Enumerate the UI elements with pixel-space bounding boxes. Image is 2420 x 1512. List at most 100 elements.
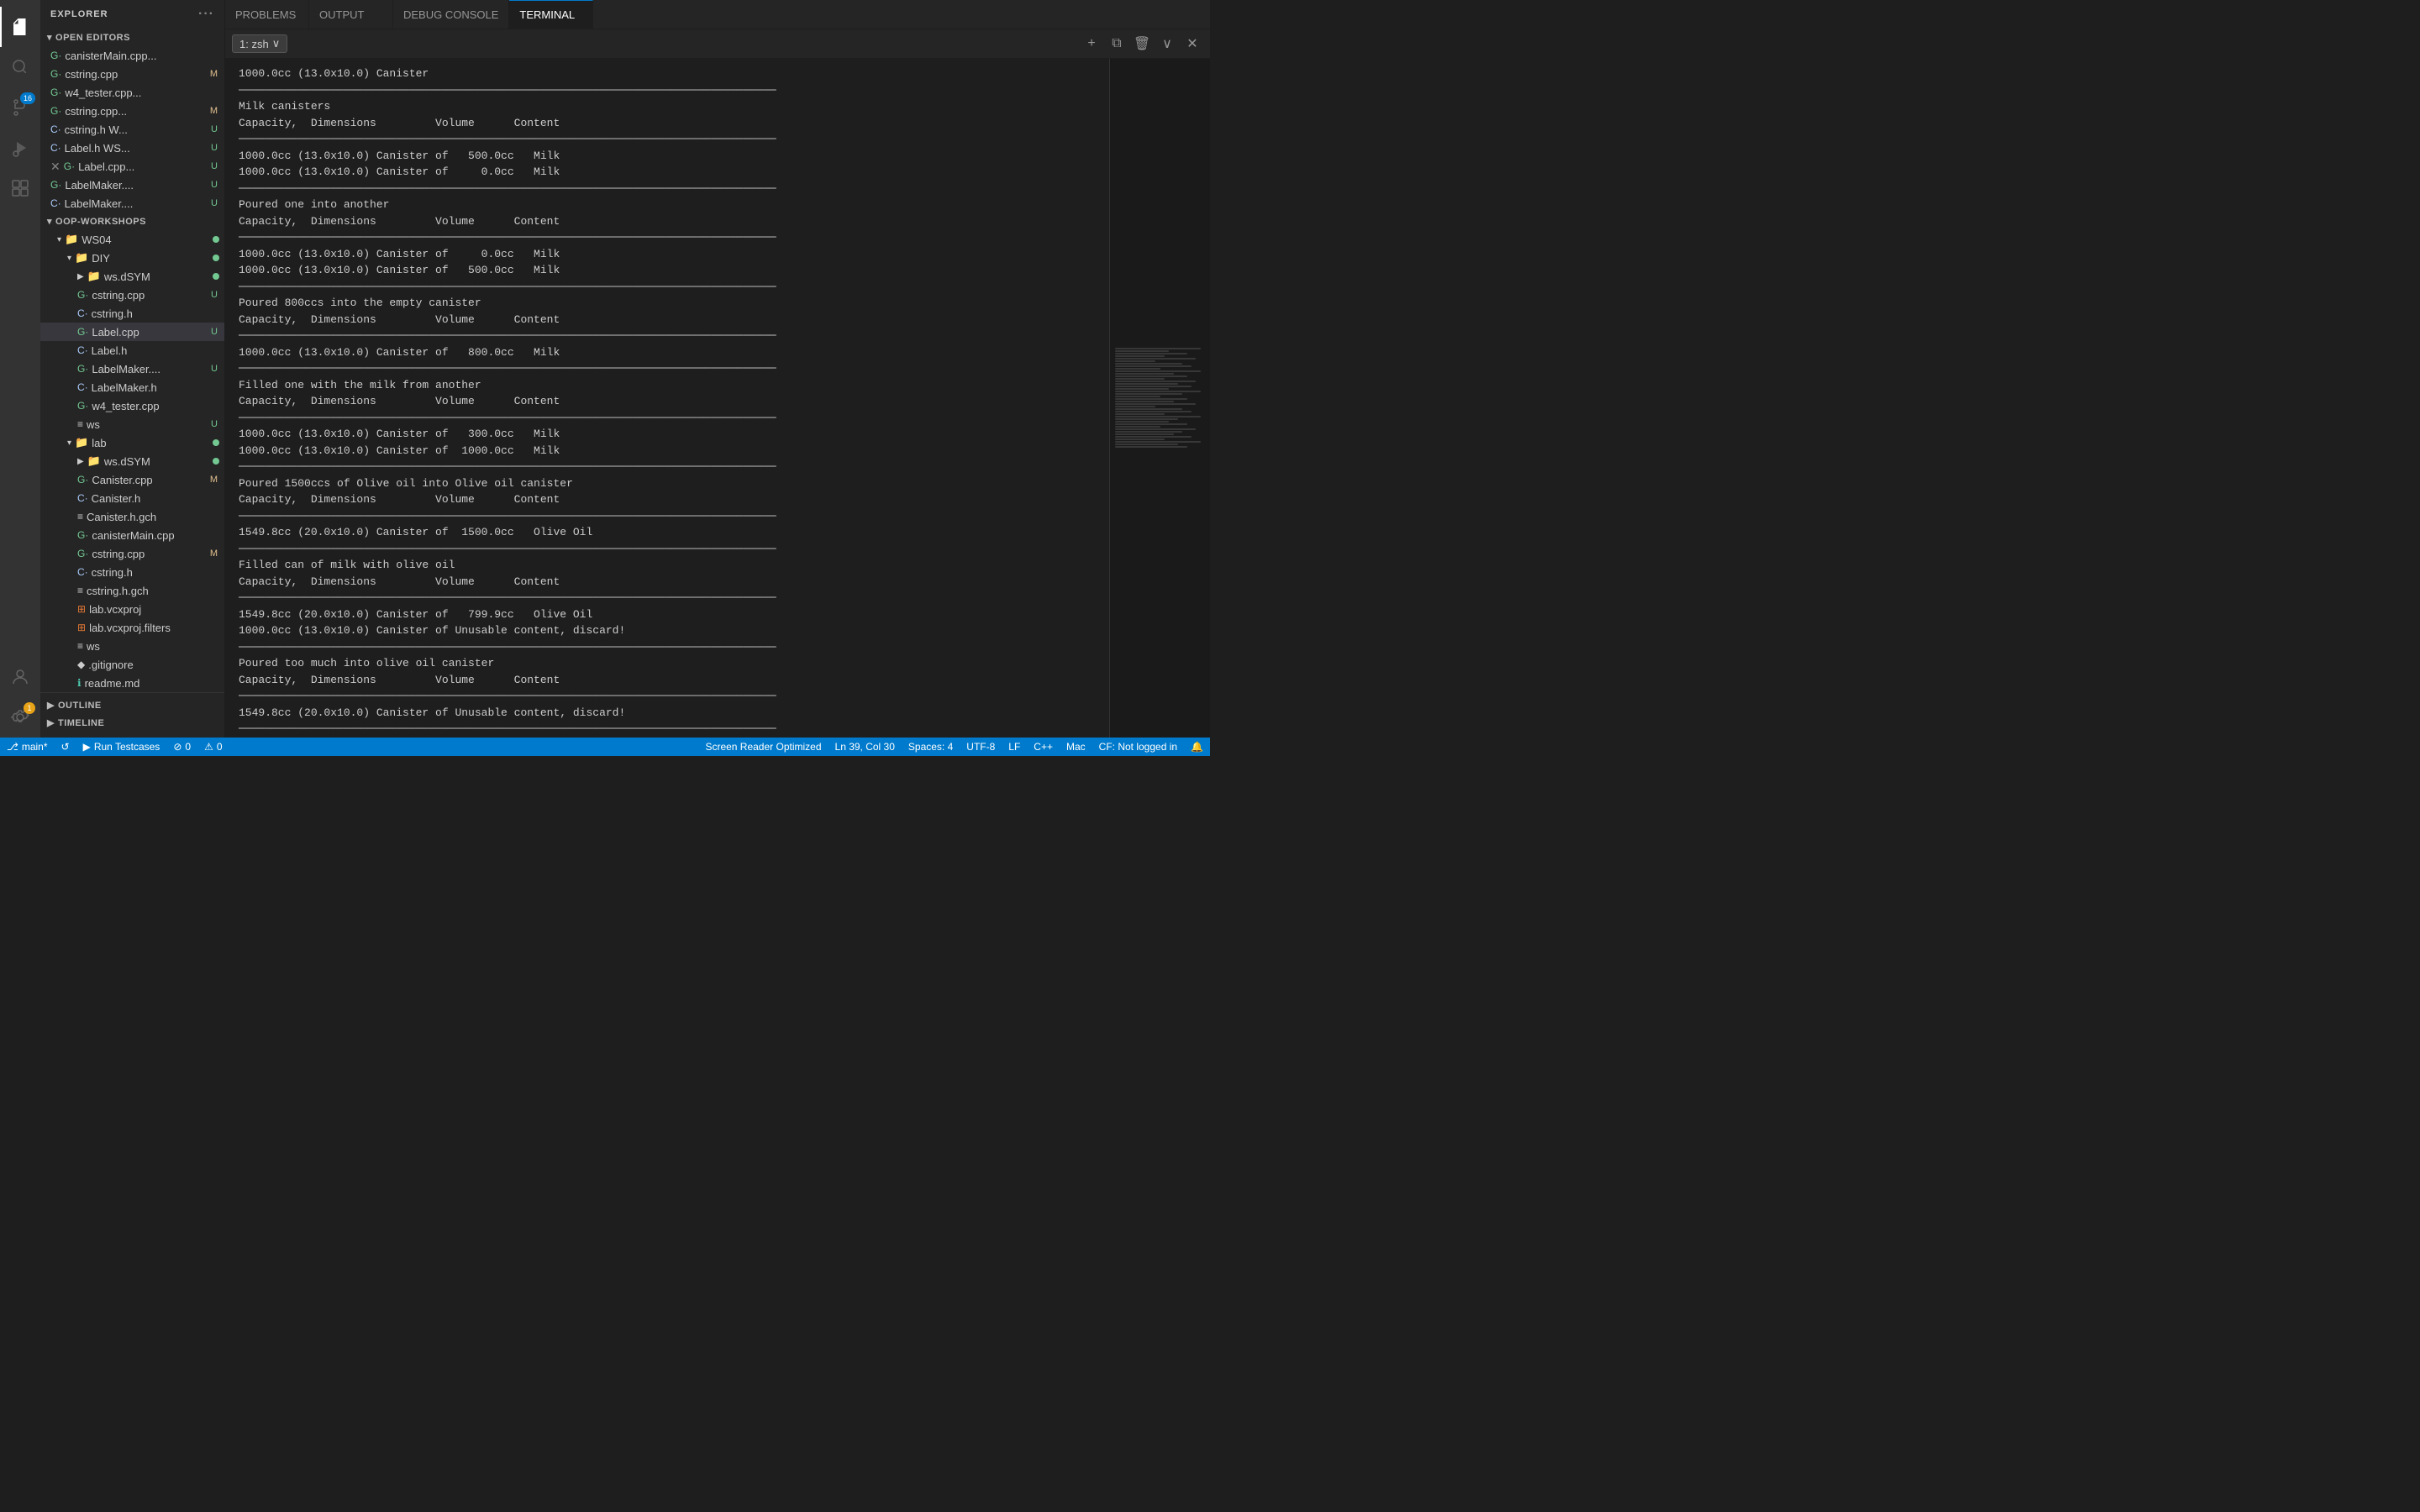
app-layout: 16 1 — [0, 0, 1210, 738]
folder-lab[interactable]: ▾ 📁 lab — [40, 433, 224, 452]
file-name: w4_tester.cpp — [92, 400, 224, 412]
line-ending-status[interactable]: LF — [1002, 738, 1027, 756]
language-mode-status[interactable]: C++ — [1027, 738, 1060, 756]
warnings-status[interactable]: ⚠ 0 — [197, 738, 229, 756]
file-type-icon: ≡ — [77, 511, 83, 522]
file-canistermain-cpp[interactable]: G· canisterMain.cpp — [40, 526, 224, 544]
file-canister-h-gch[interactable]: ≡ Canister.h.gch — [40, 507, 224, 526]
tab-label: TERMINAL — [519, 8, 575, 21]
screen-reader-status[interactable]: Screen Reader Optimized — [698, 738, 828, 756]
chevron-down-icon: ∨ — [272, 37, 281, 50]
timeline-section[interactable]: ▶ TIMELINE — [40, 714, 224, 732]
file-lab-vcxproj-filters[interactable]: ⊞ lab.vcxproj.filters — [40, 618, 224, 637]
tab-debug-console[interactable]: DEBUG CONSOLE — [393, 0, 509, 29]
run-icon: ▶ — [83, 741, 91, 753]
oop-workshops-section[interactable]: ▾ OOP-WORKSHOPS — [40, 213, 224, 230]
open-file-labelh[interactable]: C· Label.h WS... U — [40, 139, 224, 157]
new-terminal-button[interactable]: + — [1081, 33, 1102, 55]
file-name: cstring.cpp — [92, 289, 208, 302]
open-editors-section[interactable]: ▾ OPEN EDITORS — [40, 29, 224, 46]
terminal-minimap — [1109, 59, 1210, 738]
platform-status[interactable]: Mac — [1060, 738, 1092, 756]
file-readme[interactable]: ℹ readme.md — [40, 674, 224, 692]
tab-terminal[interactable]: TERMINAL — [509, 0, 593, 29]
collapse-panel-button[interactable]: ∨ — [1156, 33, 1178, 55]
file-type-icon: G· — [50, 87, 61, 98]
warnings-count: 0 — [217, 741, 223, 753]
folder-ws-dsym-1[interactable]: ▶ 📁 ws.dSYM — [40, 267, 224, 286]
oop-workshops-label: OOP-WORKSHOPS — [55, 217, 146, 227]
folder-name: DIY — [92, 252, 213, 265]
open-file-labelcpp[interactable]: ✕ G· Label.cpp... U — [40, 157, 224, 176]
folder-ws04[interactable]: ▾ 📁 WS04 — [40, 230, 224, 249]
activity-item-search[interactable] — [0, 47, 40, 87]
file-label-h-diy[interactable]: C· Label.h — [40, 341, 224, 360]
file-cstring-h-lab[interactable]: C· cstring.h — [40, 563, 224, 581]
cursor-position-status[interactable]: Ln 39, Col 30 — [829, 738, 902, 756]
status-bar-left: ⎇ main* ↺ ▶ Run Testcases ⊘ 0 ⚠ 0 — [0, 738, 229, 756]
oop-workshops-chevron: ▾ — [47, 216, 52, 227]
terminal-output[interactable]: 1000.0cc (13.0x10.0) Canister ──────────… — [225, 59, 1109, 738]
kill-terminal-button[interactable]: 🗑 — [1131, 33, 1153, 55]
git-status-dot — [213, 458, 219, 465]
folder-ws-dsym-2[interactable]: ▶ 📁 ws.dSYM — [40, 452, 224, 470]
encoding-status[interactable]: UTF-8 — [960, 738, 1002, 756]
open-file-labelmaker2[interactable]: C· LabelMaker.... U — [40, 194, 224, 213]
tab-output[interactable]: OUTPUT — [309, 0, 393, 29]
activity-item-run[interactable] — [0, 128, 40, 168]
run-testcases-status[interactable]: ▶ Run Testcases — [76, 738, 167, 756]
folder-diy[interactable]: ▾ 📁 DIY — [40, 249, 224, 267]
cf-status[interactable]: CF: Not logged in — [1092, 738, 1184, 756]
file-type-icon: G· — [50, 68, 61, 80]
file-canister-h[interactable]: C· Canister.h — [40, 489, 224, 507]
sidebar-content: ▾ OPEN EDITORS G· canisterMain.cpp... G·… — [40, 29, 224, 738]
file-name: cstring.cpp — [92, 548, 206, 560]
file-name: LabelMaker.... — [92, 363, 208, 375]
sidebar-more-button[interactable]: ··· — [198, 7, 214, 22]
file-ws-diy[interactable]: ≡ ws U — [40, 415, 224, 433]
file-ws-lab[interactable]: ≡ ws — [40, 637, 224, 655]
file-cstring-h-diy[interactable]: C· cstring.h — [40, 304, 224, 323]
activity-item-extensions[interactable] — [0, 168, 40, 208]
errors-status[interactable]: ⊘ 0 — [166, 738, 197, 756]
outline-section[interactable]: ▶ OUTLINE — [40, 696, 224, 714]
activity-item-explorer[interactable] — [0, 7, 40, 47]
file-labelmaker-cpp[interactable]: G· LabelMaker.... U — [40, 360, 224, 378]
file-name: canisterMain.cpp — [92, 529, 224, 542]
activity-item-account[interactable] — [0, 657, 40, 697]
file-lab-vcxproj[interactable]: ⊞ lab.vcxproj — [40, 600, 224, 618]
file-cstring-h-gch[interactable]: ≡ cstring.h.gch — [40, 581, 224, 600]
panel-tab-bar: PROBLEMS OUTPUT DEBUG CONSOLE TERMINAL — [225, 0, 1210, 29]
sync-status[interactable]: ↺ — [55, 738, 76, 756]
open-file-cstringh[interactable]: C· cstring.h W... U — [40, 120, 224, 139]
file-cstring-cpp-diy[interactable]: G· cstring.cpp U — [40, 286, 224, 304]
file-modified-badge: M — [207, 549, 221, 559]
indentation-status[interactable]: Spaces: 4 — [902, 738, 960, 756]
close-tab-icon[interactable]: ✕ — [50, 160, 60, 174]
open-file-canistermain[interactable]: G· canisterMain.cpp... — [40, 46, 224, 65]
file-cstring-cpp-lab[interactable]: G· cstring.cpp M — [40, 544, 224, 563]
tab-problems[interactable]: PROBLEMS — [225, 0, 309, 29]
language-mode-label: C++ — [1034, 741, 1053, 753]
file-untracked-badge: U — [208, 290, 221, 300]
terminal-dropdown-label: 1: zsh — [239, 38, 269, 50]
file-labelmaker-h[interactable]: C· LabelMaker.h — [40, 378, 224, 396]
open-file-cstring2[interactable]: G· cstring.cpp... M — [40, 102, 224, 120]
open-file-labelmaker1[interactable]: G· LabelMaker.... U — [40, 176, 224, 194]
terminal-dropdown[interactable]: 1: zsh ∨ — [232, 34, 287, 53]
open-file-cstring1[interactable]: G· cstring.cpp M — [40, 65, 224, 83]
file-name: Label.cpp... — [78, 160, 208, 173]
activity-item-source-control[interactable]: 16 — [0, 87, 40, 128]
file-gitignore[interactable]: ◆ .gitignore — [40, 655, 224, 674]
open-file-w4tester[interactable]: G· w4_tester.cpp... — [40, 83, 224, 102]
notifications-status[interactable]: 🔔 — [1184, 738, 1210, 756]
activity-item-settings[interactable]: 1 — [0, 697, 40, 738]
split-terminal-button[interactable]: ⧉ — [1106, 33, 1128, 55]
close-panel-button[interactable]: ✕ — [1181, 33, 1203, 55]
file-type-icon: G· — [77, 326, 88, 338]
file-w4tester-diy[interactable]: G· w4_tester.cpp — [40, 396, 224, 415]
git-branch-status[interactable]: ⎇ main* — [0, 738, 55, 756]
file-name: lab.vcxproj — [89, 603, 224, 616]
file-label-cpp-diy[interactable]: G· Label.cpp U — [40, 323, 224, 341]
file-canister-cpp[interactable]: G· Canister.cpp M — [40, 470, 224, 489]
